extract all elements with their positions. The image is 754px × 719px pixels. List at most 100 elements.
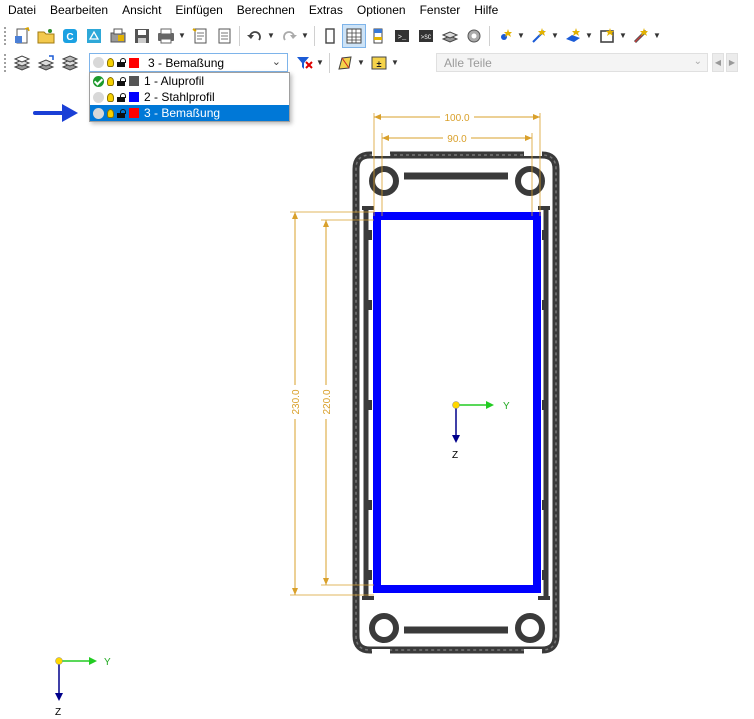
menu-optionen[interactable]: Optionen	[350, 0, 413, 20]
global-z-label: Z	[55, 707, 61, 718]
menu-datei[interactable]: Datei	[0, 0, 43, 20]
new-part-icon[interactable]	[562, 25, 584, 47]
layer-option-label: 1 - Aluprofil	[144, 74, 205, 88]
chevron-down-icon[interactable]: ⌄	[694, 56, 702, 67]
console-icon[interactable]: >_	[391, 25, 413, 47]
menu-hilfe[interactable]: Hilfe	[467, 0, 505, 20]
new-line-dropdown-icon[interactable]: ▼	[551, 25, 559, 47]
layer-filter-tools: ▼ ▼ ± ▼	[292, 51, 401, 74]
cloud-icon[interactable]: C	[59, 25, 81, 47]
dimension-inner-width-label: 90.0	[447, 134, 467, 145]
lock-icon	[117, 58, 126, 67]
table-view-icon[interactable]	[342, 23, 366, 48]
toolbar-separator	[329, 52, 330, 73]
print-icon[interactable]	[155, 25, 177, 47]
dimension-outer-height-label: 230.0	[291, 389, 302, 414]
layer-status-icons	[93, 57, 144, 68]
layer-option-bemassung[interactable]: 3 - Bemaßung	[90, 105, 289, 121]
layer-active-icon	[93, 75, 104, 87]
new-line-icon[interactable]	[528, 25, 550, 47]
menu-bearbeiten[interactable]: Bearbeiten	[43, 0, 115, 20]
menu-bar: Datei Bearbeiten Ansicht Einfügen Berech…	[0, 0, 754, 20]
dimension-inner-height-label: 220.0	[322, 389, 333, 414]
print-preview-icon[interactable]	[107, 25, 129, 47]
layer-move-icon[interactable]	[35, 52, 57, 74]
next-part-button[interactable]: ▶	[726, 53, 738, 72]
new-point-icon[interactable]	[494, 25, 516, 47]
bulb-icon	[107, 58, 114, 67]
menu-fenster[interactable]: Fenster	[413, 0, 468, 20]
toolbar-grip[interactable]	[3, 52, 7, 73]
layer-select[interactable]: 3 - Bemaßung ⌄	[89, 53, 288, 72]
parts-filter-value: Alle Teile	[444, 56, 492, 70]
open-folder-icon[interactable]	[35, 25, 57, 47]
chevron-right-icon: ▶	[728, 58, 736, 67]
new-dimension-dropdown-icon[interactable]: ▼	[653, 25, 661, 47]
chevron-down-icon[interactable]: ⌄	[272, 55, 281, 68]
table-colored-icon[interactable]	[367, 25, 389, 47]
redo-icon[interactable]	[278, 25, 300, 47]
svg-text:>SC: >SC	[421, 34, 432, 41]
layer-dropdown-list: 1 - Aluprofil 2 - Stahlprofil 3 - Bemaßu…	[89, 72, 290, 122]
layer-color-swatch	[129, 92, 139, 102]
lock-icon	[117, 92, 126, 102]
previous-part-button[interactable]: ◀	[712, 53, 724, 72]
layer-manager-icon[interactable]	[11, 52, 33, 74]
dimension-outer-width[interactable]: 100.0	[373, 111, 541, 216]
new-file-icon[interactable]	[11, 25, 33, 47]
new-opening-dropdown-icon[interactable]: ▼	[619, 25, 627, 47]
layer-active-icon	[93, 91, 104, 103]
layer-color-swatch	[129, 76, 139, 86]
undo-icon[interactable]	[244, 25, 266, 47]
save-icon[interactable]	[131, 25, 153, 47]
undo-dropdown-icon[interactable]: ▼	[267, 25, 275, 47]
bulb-icon	[107, 92, 114, 102]
filter-dropdown-icon[interactable]: ▼	[316, 52, 324, 74]
model-icon[interactable]	[83, 25, 105, 47]
single-page-icon[interactable]	[319, 25, 341, 47]
layer-option-label: 3 - Bemaßung	[144, 106, 221, 120]
toolbar-grip[interactable]	[3, 25, 7, 46]
print-dropdown-icon[interactable]: ▼	[178, 25, 186, 47]
chevron-left-icon: ◀	[714, 58, 722, 67]
select-area-icon[interactable]	[334, 52, 356, 74]
layer-option-aluprofil[interactable]: 1 - Aluprofil	[90, 73, 289, 89]
layer-color-swatch	[129, 57, 139, 68]
layer-copy-icon[interactable]	[59, 52, 81, 74]
layer-active-icon	[93, 57, 104, 68]
toolbar-separator	[314, 25, 315, 46]
text-label-icon[interactable]: ±	[368, 52, 390, 74]
select-area-dropdown-icon[interactable]: ▼	[357, 52, 365, 74]
toolbar-separator	[489, 25, 490, 46]
text-label-dropdown-icon[interactable]: ▼	[391, 52, 399, 74]
layer-select-value: 3 - Bemaßung	[148, 55, 225, 70]
layer-active-icon	[93, 107, 104, 119]
layers-stack-icon[interactable]	[439, 25, 461, 47]
bulb-icon	[107, 76, 114, 86]
menu-berechnen[interactable]: Berechnen	[230, 0, 302, 20]
menu-extras[interactable]: Extras	[302, 0, 350, 20]
global-axis-system: Y Z	[55, 657, 111, 718]
report-icon[interactable]	[189, 25, 211, 47]
lock-icon	[117, 108, 126, 118]
svg-text:>_: >_	[398, 34, 407, 42]
document-icon[interactable]	[213, 25, 235, 47]
bulb-icon	[107, 108, 114, 118]
filter-clear-icon[interactable]	[293, 52, 315, 74]
script-console-icon[interactable]: >SC	[415, 25, 437, 47]
new-dimension-icon[interactable]	[630, 25, 652, 47]
redo-dropdown-icon[interactable]: ▼	[301, 25, 309, 47]
new-opening-icon[interactable]	[596, 25, 618, 47]
new-point-dropdown-icon[interactable]: ▼	[517, 25, 525, 47]
toolbar-separator	[239, 25, 240, 46]
menu-einfuegen[interactable]: Einfügen	[168, 0, 229, 20]
parts-filter-select[interactable]: Alle Teile ⌄	[436, 53, 708, 72]
settings-gear-icon[interactable]	[463, 25, 485, 47]
centroid-y-label: Y	[503, 401, 510, 412]
layer-color-swatch	[129, 108, 139, 118]
layer-option-stahlprofil[interactable]: 2 - Stahlprofil	[90, 89, 289, 105]
menu-ansicht[interactable]: Ansicht	[115, 0, 168, 20]
svg-text:C: C	[66, 32, 73, 43]
pointer-arrow-icon	[33, 104, 78, 122]
new-part-dropdown-icon[interactable]: ▼	[585, 25, 593, 47]
